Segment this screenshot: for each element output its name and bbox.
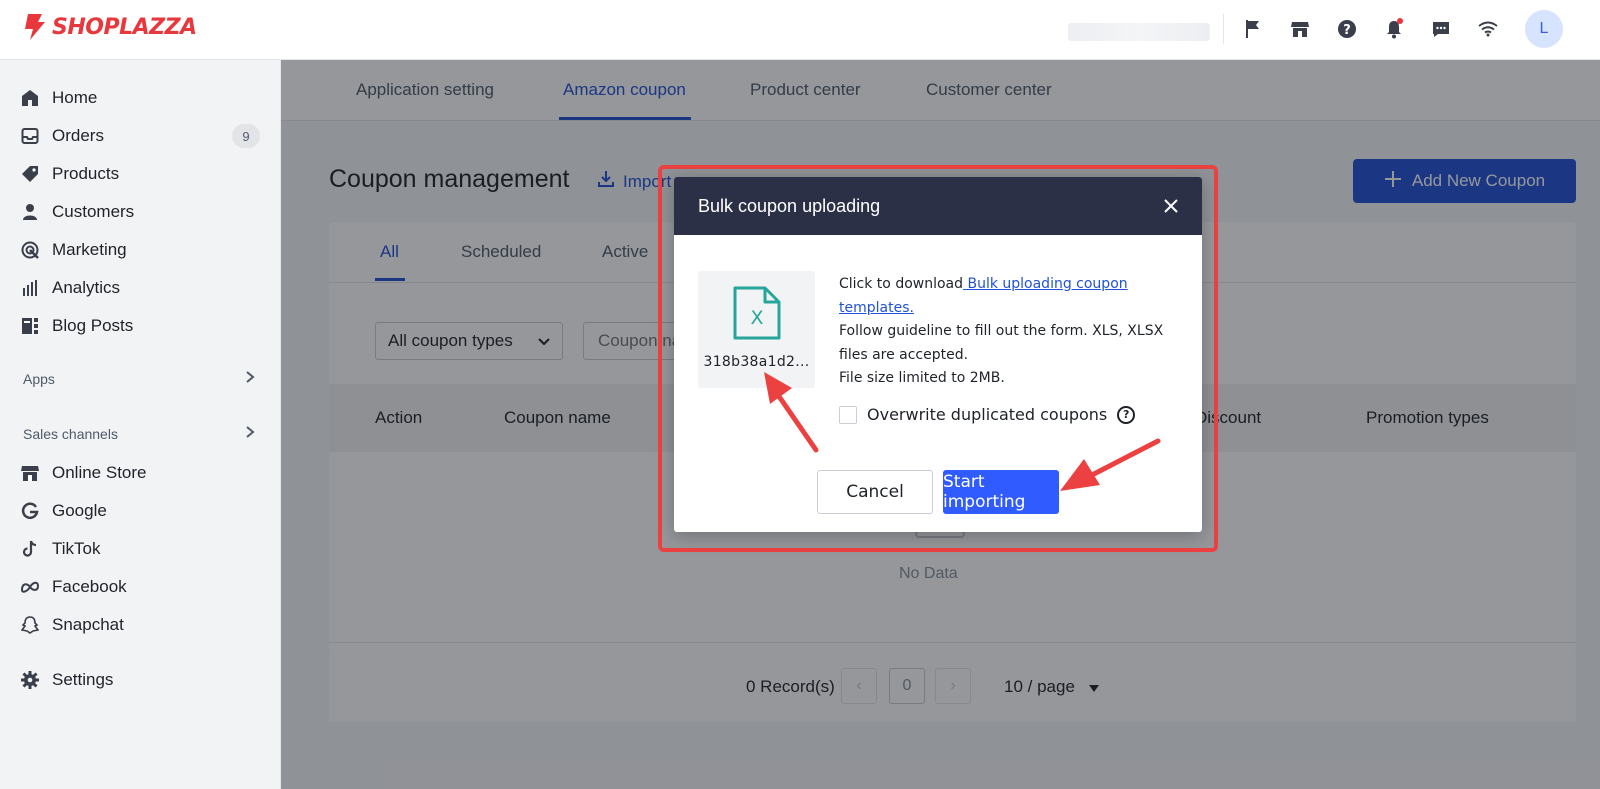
sidebar-item-marketing[interactable]: Marketing	[20, 234, 260, 266]
sidebar-item-label: Online Store	[52, 463, 147, 482]
size-limit-text: File size limited to 2MB.	[839, 370, 1005, 386]
sidebar-item-label: Google	[52, 501, 107, 520]
user-avatar[interactable]: L	[1525, 10, 1563, 48]
sidebar-item-orders[interactable]: Orders 9	[20, 120, 260, 152]
download-instruction: Click to download Bulk uploading coupon …	[839, 273, 1184, 320]
brand-name: SHOPLAZZA	[52, 14, 197, 40]
top-bar: SHOPLAZZA ? L	[0, 0, 1600, 60]
store-name-blurred	[1068, 23, 1210, 41]
gear-icon	[20, 670, 40, 690]
sidebar-item-label: Marketing	[52, 240, 127, 259]
store-icon[interactable]	[1287, 16, 1313, 42]
help-icon[interactable]: ?	[1334, 16, 1360, 42]
ghost-icon	[20, 615, 40, 635]
sidebar-item-snapchat[interactable]: Snapchat	[20, 609, 260, 641]
file-name: 318b38a1d2...	[703, 354, 810, 370]
sidebar-item-products[interactable]: Products	[20, 158, 260, 190]
tiktok-icon	[20, 539, 40, 559]
shoplazza-logo[interactable]: SHOPLAZZA	[22, 12, 197, 42]
bell-icon[interactable]	[1381, 16, 1407, 42]
dialog-title: Bulk coupon uploading	[698, 195, 881, 216]
download-prefix: Click to download	[839, 276, 964, 292]
notification-dot	[1397, 18, 1403, 24]
sidebar-item-label: Customers	[52, 202, 135, 221]
sidebar-item-tiktok[interactable]: TikTok	[20, 533, 260, 565]
sidebar-apps-section[interactable]: Apps	[23, 370, 255, 387]
overwrite-checkbox[interactable]	[839, 405, 857, 424]
target-icon	[20, 240, 40, 260]
sidebar-item-google[interactable]: Google	[20, 495, 260, 527]
bar-chart-icon	[20, 278, 40, 298]
inbox-icon	[20, 126, 40, 146]
flag-icon[interactable]	[1240, 16, 1266, 42]
sidebar-item-settings[interactable]: Settings	[20, 664, 260, 696]
help-icon[interactable]: ?	[1117, 405, 1136, 424]
sidebar-item-facebook[interactable]: Facebook	[20, 571, 260, 603]
tag-icon	[20, 164, 40, 184]
sales-channels-title: Sales channels	[23, 425, 118, 442]
sidebar-item-home[interactable]: Home	[20, 82, 260, 114]
shoplazza-logo-icon	[25, 14, 45, 40]
excel-file-icon: X	[733, 286, 781, 340]
sidebar-item-label: Orders	[52, 126, 104, 145]
apps-title: Apps	[23, 370, 55, 387]
google-icon	[20, 501, 40, 521]
bulk-upload-dialog: Bulk coupon uploading X 318b38a1d2... Cl…	[674, 177, 1202, 532]
sidebar-item-label: Home	[52, 88, 98, 107]
meta-icon	[20, 577, 40, 597]
sidebar-item-label: Products	[52, 164, 120, 183]
close-icon[interactable]	[1160, 195, 1182, 217]
uploaded-file-tile[interactable]: X 318b38a1d2...	[698, 271, 815, 388]
chevron-right-icon	[245, 370, 255, 387]
sidebar-item-analytics[interactable]: Analytics	[20, 272, 260, 304]
svg-text:X: X	[750, 307, 763, 329]
sidebar: Home Orders 9 Products Customers Marketi…	[0, 60, 281, 789]
top-divider	[1223, 14, 1224, 44]
dialog-header: Bulk coupon uploading	[674, 177, 1202, 235]
orders-count-badge: 9	[232, 124, 260, 148]
wifi-icon[interactable]	[1475, 16, 1501, 42]
sidebar-item-label: Analytics	[52, 278, 121, 297]
sidebar-item-label: Snapchat	[52, 615, 124, 634]
start-importing-button[interactable]: Start importing	[943, 470, 1059, 514]
sidebar-item-blog-posts[interactable]: Blog Posts	[20, 310, 260, 342]
overwrite-option: Overwrite duplicated coupons ?	[839, 405, 1136, 424]
sidebar-item-label: Blog Posts	[52, 316, 134, 335]
sidebar-item-online-store[interactable]: Online Store	[20, 457, 260, 489]
chevron-right-icon	[245, 425, 255, 442]
blog-icon	[20, 316, 40, 336]
svg-text:?: ?	[1343, 23, 1351, 38]
overwrite-label: Overwrite duplicated coupons	[867, 405, 1108, 424]
sidebar-item-label: Settings	[52, 670, 114, 689]
dialog-instructions: Click to download Bulk uploading coupon …	[839, 273, 1184, 391]
sidebar-item-label: Facebook	[52, 577, 127, 596]
person-icon	[20, 202, 40, 222]
sidebar-item-customers[interactable]: Customers	[20, 196, 260, 228]
chat-icon[interactable]	[1428, 16, 1454, 42]
guideline-text: Follow guideline to fill out the form. X…	[839, 323, 1164, 363]
cancel-button[interactable]: Cancel	[817, 470, 933, 514]
sidebar-item-label: TikTok	[52, 539, 101, 558]
home-icon	[20, 88, 40, 108]
store-icon	[20, 463, 40, 483]
sidebar-sales-channels-section[interactable]: Sales channels	[23, 425, 255, 442]
